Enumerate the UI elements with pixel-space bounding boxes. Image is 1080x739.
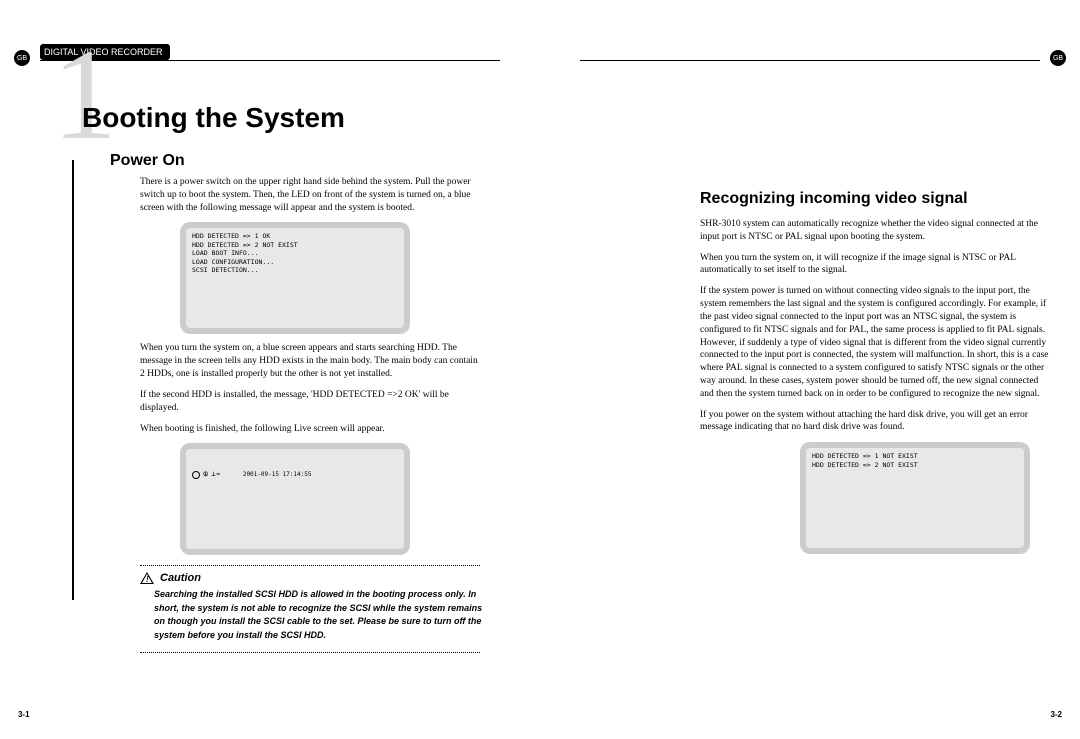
status-icon: ⟂⊸	[211, 470, 219, 479]
video-signal-heading: Recognizing incoming video signal	[700, 190, 1052, 208]
video-signal-para4: If you power on the system without attac…	[700, 409, 1052, 435]
page-number-left: 3-1	[18, 710, 30, 719]
video-signal-para1: SHR-3010 system can automatically recogn…	[700, 218, 1052, 244]
video-signal-para2: When you turn the system on, it will rec…	[700, 252, 1052, 278]
video-signal-para3: If the system power is turned on without…	[700, 285, 1052, 400]
locale-badge-left: GB	[14, 50, 30, 66]
channel-icon: ①	[203, 471, 208, 479]
divider-dots-top	[140, 565, 480, 566]
boot-screen-text: HDD DETECTED => 1 OK HDD DETECTED => 2 N…	[186, 228, 404, 328]
locale-badge-right: GB	[1050, 50, 1066, 66]
hdd-search-paragraph: When you turn the system on, a blue scre…	[140, 342, 480, 380]
chapter-number-glyph: 1	[52, 30, 117, 160]
right-page: GB Recognizing incoming video signal SHR…	[540, 0, 1080, 739]
live-screen-illustration: ① ⟂⊸ 2001-09-15 17:14:55	[180, 443, 410, 555]
boot-screen-illustration: HDD DETECTED => 1 OK HDD DETECTED => 2 N…	[180, 222, 410, 334]
page-number-right: 3-2	[1050, 710, 1062, 719]
record-icon	[192, 471, 200, 479]
error-screen-illustration: HDD DETECTED => 1 NOT EXIST HDD DETECTED…	[800, 442, 1030, 554]
live-timestamp: 2001-09-15 17:14:55	[243, 471, 312, 479]
section-vertical-rule	[72, 160, 74, 600]
section-video-signal: Recognizing incoming video signal SHR-30…	[700, 190, 1052, 554]
hdd-detected-note: If the second HDD is installed, the mess…	[140, 389, 480, 415]
power-on-heading: Power On	[110, 152, 500, 170]
left-page: GB DIGITAL VIDEO RECORDER 1 Booting the …	[0, 0, 540, 739]
caution-text: Searching the installed SCSI HDD is allo…	[154, 588, 494, 642]
divider-dots-bottom	[140, 652, 480, 653]
caution-label: Caution	[160, 572, 201, 584]
live-screen-content: ① ⟂⊸ 2001-09-15 17:14:55	[186, 449, 404, 549]
error-screen-text: HDD DETECTED => 1 NOT EXIST HDD DETECTED…	[806, 448, 1024, 548]
live-screen-intro: When booting is finished, the following …	[140, 423, 480, 436]
caution-header: ! Caution	[140, 572, 500, 584]
warning-icon: !	[140, 572, 154, 584]
section-power-on: Power On There is a power switch on the …	[98, 152, 500, 653]
power-on-intro: There is a power switch on the upper rig…	[140, 176, 480, 214]
header-rule-right	[580, 60, 1040, 61]
chapter-title: Booting the System	[82, 102, 500, 134]
